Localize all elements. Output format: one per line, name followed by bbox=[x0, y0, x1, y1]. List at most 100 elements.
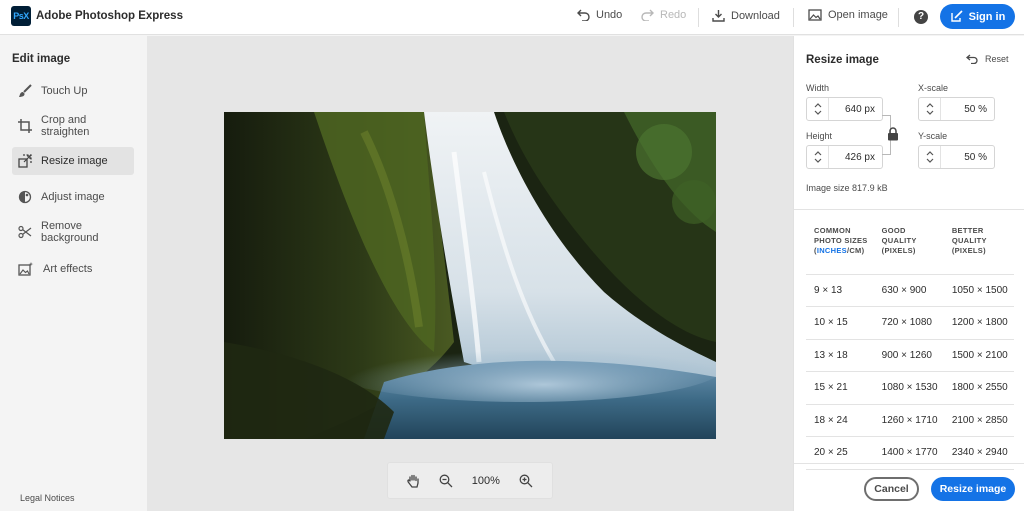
height-label: Height bbox=[806, 131, 833, 141]
resize-icon bbox=[18, 154, 32, 168]
hand-icon[interactable] bbox=[407, 474, 420, 488]
table-header-row: COMMON PHOTO SIZES (INCHES/CM) GOOD QUAL… bbox=[806, 226, 1014, 275]
xscale-stepper[interactable] bbox=[919, 98, 941, 120]
panel-divider bbox=[794, 209, 1024, 210]
good-quality-cell: 720 × 1080 bbox=[873, 306, 944, 340]
width-field[interactable]: 640 px bbox=[806, 97, 883, 121]
sidebar-item-adjust[interactable]: Adjust image bbox=[12, 183, 134, 211]
table-row[interactable]: 20 × 25 1400 × 1770 2340 × 2940 bbox=[806, 436, 1014, 470]
undo-label: Undo bbox=[596, 9, 623, 21]
app-header: PsX Adobe Photoshop Express Undo Redo Do… bbox=[0, 0, 1024, 35]
header-divider bbox=[793, 8, 794, 27]
download-icon bbox=[712, 10, 725, 22]
sidebar-item-remove-background[interactable]: Remove background bbox=[12, 218, 134, 246]
scissors-icon bbox=[18, 225, 32, 239]
better-quality-cell: 2100 × 2850 bbox=[943, 404, 1014, 437]
table-row[interactable]: 9 × 13 630 × 900 1050 × 1500 bbox=[806, 274, 1014, 307]
chevron-down-icon[interactable] bbox=[926, 158, 934, 163]
sign-in-icon bbox=[950, 10, 963, 22]
yscale-value[interactable]: 50 % bbox=[941, 152, 994, 163]
photo-size-cell: 10 × 15 bbox=[806, 306, 874, 340]
undo-button[interactable]: Undo bbox=[577, 9, 622, 21]
open-image-button[interactable]: Open image bbox=[808, 9, 888, 21]
redo-label: Redo bbox=[660, 9, 687, 21]
redo-button[interactable]: Redo bbox=[641, 9, 686, 21]
good-quality-cell: 630 × 900 bbox=[873, 274, 944, 307]
sidebar-item-crop[interactable]: Crop and straighten bbox=[12, 112, 134, 140]
height-stepper[interactable] bbox=[807, 146, 829, 168]
image-size-readout: Image size 817.9 kB bbox=[806, 183, 888, 193]
good-quality-cell: 1080 × 1530 bbox=[873, 371, 944, 405]
header-divider bbox=[698, 8, 699, 27]
legal-notices-link[interactable]: Legal Notices bbox=[20, 493, 75, 503]
sidebar-item-resize[interactable]: Resize image bbox=[12, 147, 134, 175]
photoshop-express-logo: PsX bbox=[11, 6, 31, 26]
zoom-in-icon[interactable] bbox=[519, 474, 533, 488]
better-quality-cell: 1200 × 1800 bbox=[943, 306, 1014, 340]
table-row[interactable]: 18 × 24 1260 × 1710 2100 × 2850 bbox=[806, 404, 1014, 437]
chevron-up-icon[interactable] bbox=[926, 103, 934, 108]
image-canvas: 100% bbox=[147, 36, 793, 511]
edit-sidebar: Edit image Touch Up Crop and straighten … bbox=[0, 36, 147, 511]
art-effects-icon bbox=[18, 262, 34, 276]
reset-icon bbox=[966, 54, 978, 64]
sidebar-item-art-effects[interactable]: Art effects bbox=[12, 255, 134, 283]
sidebar-item-label: Resize image bbox=[41, 155, 108, 167]
help-icon[interactable]: ? bbox=[914, 10, 928, 24]
zoom-out-icon[interactable] bbox=[439, 474, 453, 488]
table-row[interactable]: 10 × 15 720 × 1080 1200 × 1800 bbox=[806, 306, 1014, 340]
sidebar-item-touch-up[interactable]: Touch Up bbox=[12, 77, 134, 105]
resize-image-button[interactable]: Resize image bbox=[931, 477, 1015, 501]
reset-label: Reset bbox=[985, 54, 1009, 64]
sidebar-item-label: Remove background bbox=[41, 220, 99, 244]
zoom-level: 100% bbox=[471, 474, 500, 487]
width-value[interactable]: 640 px bbox=[829, 104, 882, 115]
chevron-down-icon[interactable] bbox=[926, 110, 934, 115]
yscale-field[interactable]: 50 % bbox=[918, 145, 995, 169]
good-quality-cell: 900 × 1260 bbox=[873, 339, 944, 372]
table-row[interactable]: 15 × 21 1080 × 1530 1800 × 2550 bbox=[806, 371, 1014, 405]
col-common-sizes: COMMON PHOTO SIZES (INCHES/CM) bbox=[806, 226, 874, 275]
xscale-value[interactable]: 50 % bbox=[941, 104, 994, 115]
sidebar-item-label: Art effects bbox=[43, 263, 93, 275]
redo-icon bbox=[641, 9, 654, 21]
sidebar-item-label: Adjust image bbox=[41, 191, 105, 203]
sign-in-button[interactable]: Sign in bbox=[940, 4, 1015, 29]
xscale-field[interactable]: 50 % bbox=[918, 97, 995, 121]
yscale-stepper[interactable] bbox=[919, 146, 941, 168]
reset-button[interactable]: Reset bbox=[966, 54, 1009, 64]
chevron-up-icon[interactable] bbox=[814, 151, 822, 156]
chevron-up-icon[interactable] bbox=[814, 103, 822, 108]
photo-size-cell: 20 × 25 bbox=[806, 436, 874, 470]
download-label: Download bbox=[731, 9, 780, 22]
good-quality-cell: 1400 × 1770 bbox=[873, 436, 944, 470]
lock-icon[interactable] bbox=[887, 127, 899, 141]
header-divider bbox=[898, 8, 899, 27]
cancel-button[interactable]: Cancel bbox=[864, 477, 919, 501]
adjust-icon bbox=[18, 190, 32, 204]
width-stepper[interactable] bbox=[807, 98, 829, 120]
download-button[interactable]: Download bbox=[712, 9, 780, 22]
open-image-label: Open image bbox=[828, 9, 888, 21]
better-quality-cell: 2340 × 2940 bbox=[943, 436, 1014, 470]
height-value[interactable]: 426 px bbox=[829, 152, 882, 163]
chevron-down-icon[interactable] bbox=[814, 110, 822, 115]
photo-size-cell: 13 × 18 bbox=[806, 339, 874, 372]
chevron-down-icon[interactable] bbox=[814, 158, 822, 163]
good-quality-cell: 1260 × 1710 bbox=[873, 404, 944, 437]
chevron-up-icon[interactable] bbox=[926, 151, 934, 156]
sign-in-label: Sign in bbox=[968, 10, 1006, 23]
photo-image bbox=[224, 112, 716, 439]
height-field[interactable]: 426 px bbox=[806, 145, 883, 169]
resize-panel: Resize image Reset Width 640 px Height 4… bbox=[793, 36, 1024, 511]
cm-unit-link[interactable]: CM bbox=[849, 246, 861, 255]
sidebar-heading: Edit image bbox=[12, 53, 71, 65]
col-good-quality: GOOD QUALITY (PIXELS) bbox=[873, 226, 944, 275]
crop-icon bbox=[18, 119, 32, 133]
inches-unit-link[interactable]: INCHES bbox=[817, 246, 847, 255]
table-row[interactable]: 13 × 18 900 × 1260 1500 × 2100 bbox=[806, 339, 1014, 372]
image-size-label: Image size bbox=[806, 183, 850, 193]
sidebar-item-label: Crop and straighten bbox=[41, 114, 90, 138]
xscale-label: X-scale bbox=[918, 83, 949, 93]
better-quality-cell: 1800 × 2550 bbox=[943, 371, 1014, 405]
